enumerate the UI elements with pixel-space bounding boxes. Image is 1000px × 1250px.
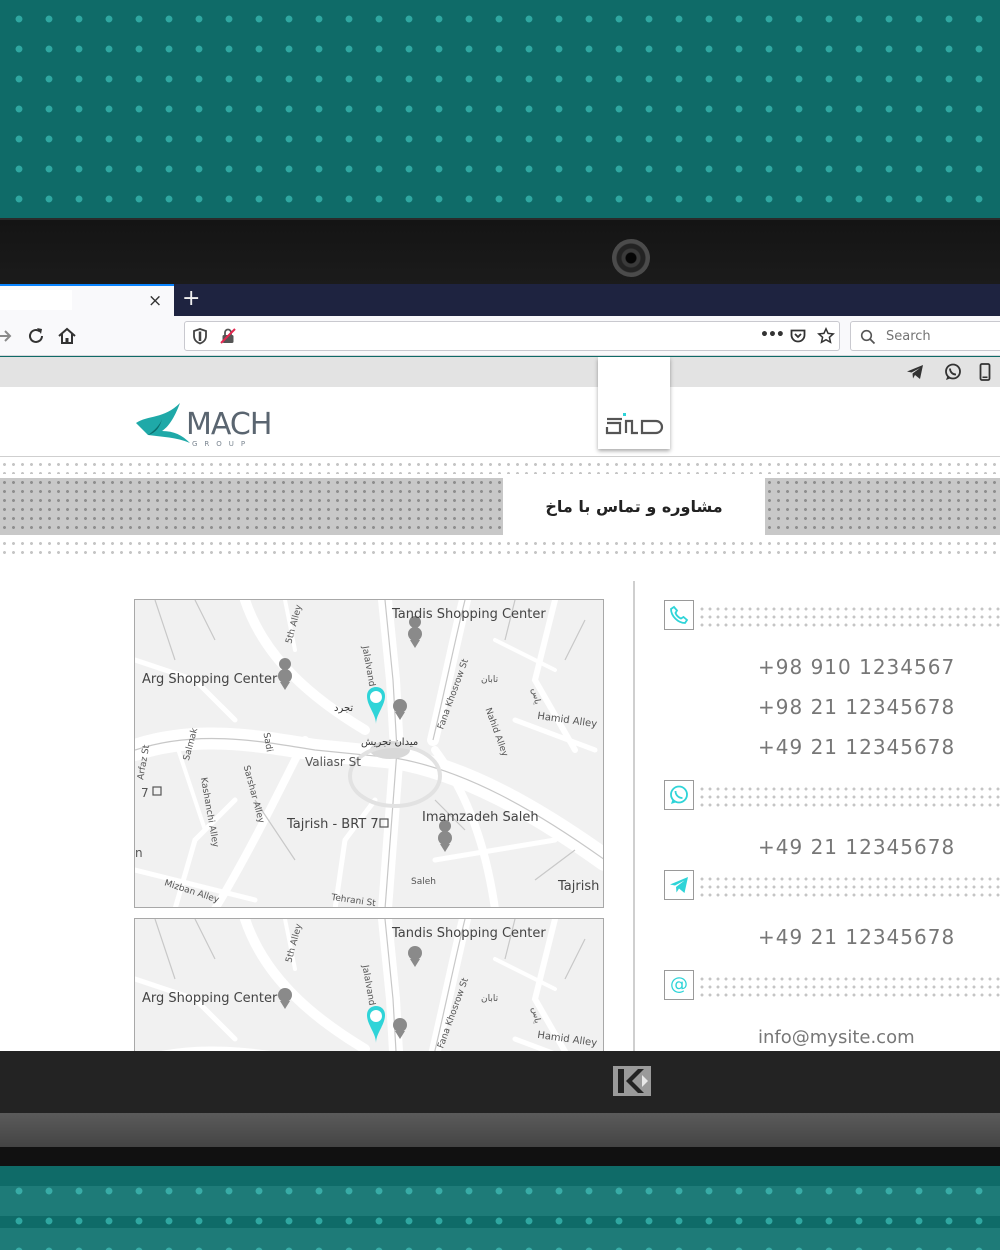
teal-stripe [0, 1228, 1000, 1250]
browser-tab-bar: × + [0, 284, 1000, 316]
monitor-bezel-top [0, 218, 1000, 284]
teal-stripe [0, 1186, 1000, 1216]
monitor-base [0, 1147, 1000, 1167]
insecure-lock-icon[interactable] [219, 327, 237, 345]
telegram-number[interactable]: +49 21 12345678 [758, 925, 955, 949]
map-label: یاس [529, 1006, 542, 1025]
telegram-icon[interactable] [905, 362, 925, 382]
map-label: تابان [481, 675, 499, 685]
map-label: یاس [529, 687, 542, 706]
map-label: n [135, 846, 143, 860]
swallow-bird-icon [136, 403, 190, 443]
map-label: تابان [481, 994, 499, 1004]
dot-pattern [0, 478, 503, 535]
dot-pattern [698, 975, 1000, 997]
search-icon [860, 329, 876, 345]
location-map[interactable]: Tandis Shopping Center Arg Shopping Cent… [134, 918, 604, 1051]
phone-icon[interactable] [664, 600, 694, 630]
address-bar[interactable]: ••• [184, 321, 840, 351]
mobile-phone-icon[interactable] [975, 362, 995, 382]
dot-pattern [0, 460, 1000, 474]
map-label: Valiasr St [305, 755, 361, 769]
monitor-brand-logo-icon [613, 1066, 651, 1096]
brand-subtitle: GROUP [192, 440, 253, 448]
map-label: میدان تجریش [361, 737, 419, 748]
map-label: Tandis Shopping Center [392, 607, 546, 622]
telegram-icon[interactable] [664, 870, 694, 900]
teal-background-bottom [0, 1166, 1000, 1250]
browser-tab[interactable]: × [0, 284, 174, 316]
dot-pattern [765, 478, 1000, 535]
mach-group-brand[interactable]: MACH GROUP [134, 397, 284, 449]
map-label: Saleh [411, 877, 436, 887]
location-map[interactable]: Tandis Shopping Center Arg Shopping Cent… [134, 599, 604, 908]
content-divider [633, 581, 635, 1051]
phone-number[interactable]: +98 21 12345678 [758, 695, 955, 719]
page-actions-icon[interactable]: ••• [760, 327, 785, 343]
dot-pattern [698, 785, 1000, 807]
new-tab-button[interactable]: + [182, 287, 200, 311]
map-label: Sadi [260, 731, 274, 753]
map-label: Arg Shopping Center [142, 991, 278, 1006]
phone-number[interactable]: +98 910 1234567 [758, 655, 955, 679]
browser-nav-bar: ••• Search [0, 316, 1000, 356]
whatsapp-icon[interactable] [664, 780, 694, 810]
search-bar[interactable]: Search [850, 321, 1000, 351]
map-label: Tajrish - BRT 7 [287, 817, 379, 832]
at-sign-glyph: @ [670, 974, 688, 995]
dot-pattern [0, 539, 1000, 555]
home-icon[interactable] [56, 325, 78, 347]
search-placeholder: Search [886, 329, 931, 344]
map-label: Tandis Shopping Center [392, 926, 546, 941]
map-label: Tajrish [558, 879, 600, 894]
whatsapp-number[interactable]: +49 21 12345678 [758, 835, 955, 859]
map-label: Arg Shopping Center [142, 672, 278, 687]
email-address[interactable]: info@mysite.com [758, 1027, 915, 1048]
site-logo[interactable] [598, 357, 670, 449]
forward-icon[interactable] [0, 325, 16, 347]
reload-icon[interactable] [25, 325, 47, 347]
bookmark-star-icon[interactable] [817, 327, 835, 345]
teal-background-top [0, 0, 1000, 218]
pocket-icon[interactable] [789, 327, 807, 345]
web-page: MACH GROUP مشاوره و تماس با ماخ Tandis S… [0, 357, 1000, 1051]
dot-pattern [698, 605, 1000, 627]
banner-title: مشاوره و تماس با ماخ [545, 497, 723, 516]
map-label: 7 [141, 786, 149, 800]
makh-logo-icon [605, 413, 664, 435]
map-label: Imamzadeh Saleh [422, 810, 539, 825]
webcam-icon [612, 239, 650, 277]
monitor-stand [0, 1113, 1000, 1147]
map-label: تجرد [334, 703, 354, 714]
monitor-bezel-bottom [0, 1051, 1000, 1113]
brand-name: MACH [186, 407, 272, 442]
phone-number[interactable]: +49 21 12345678 [758, 735, 955, 759]
email-icon[interactable]: @ [664, 970, 694, 1000]
whatsapp-icon[interactable] [943, 362, 963, 382]
tab-close-icon[interactable]: × [148, 291, 162, 311]
dot-pattern [698, 875, 1000, 897]
header-divider [0, 456, 1000, 457]
tab-title [0, 290, 72, 310]
social-strip [0, 357, 1000, 387]
shield-icon[interactable] [191, 327, 209, 345]
